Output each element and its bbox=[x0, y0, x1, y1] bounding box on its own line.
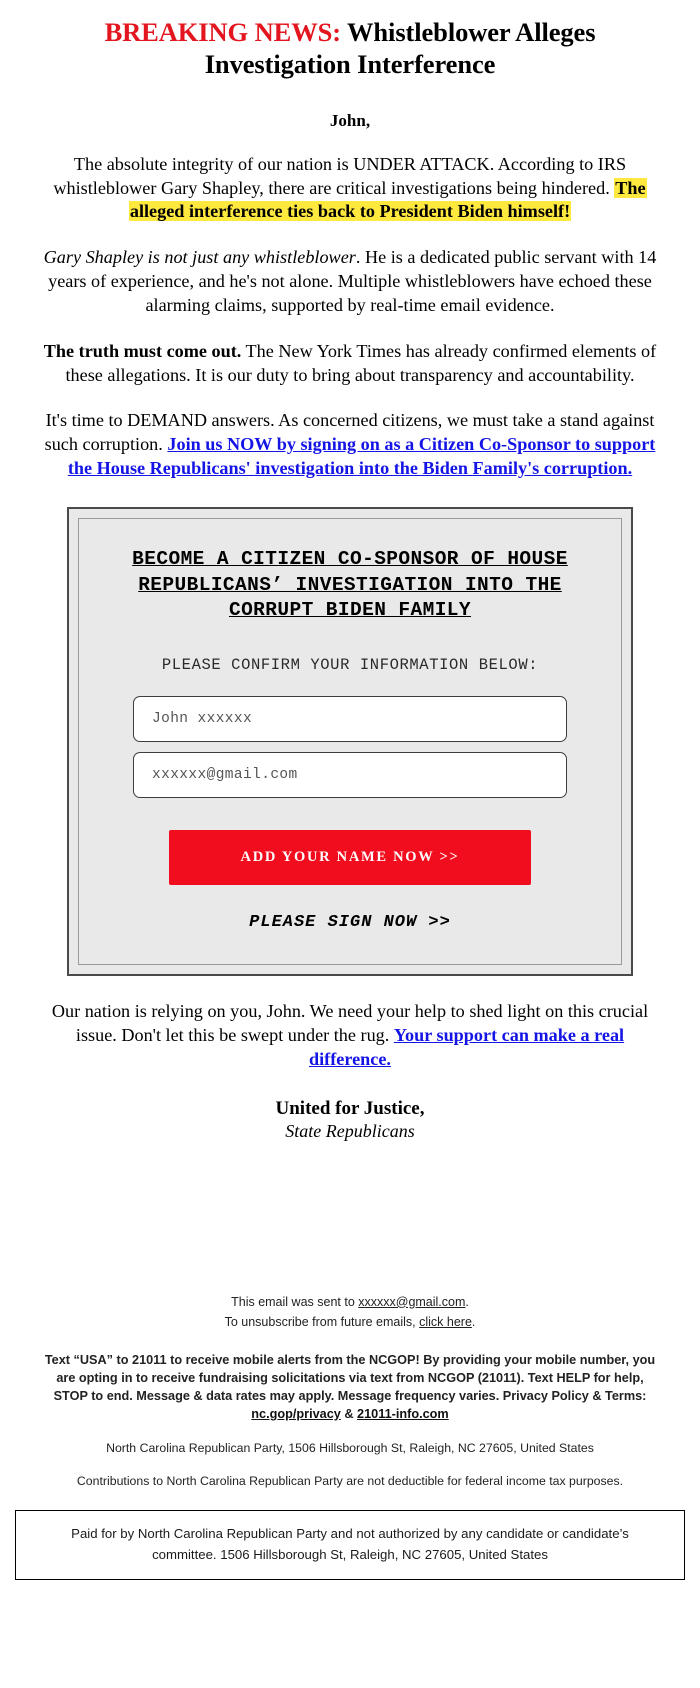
signoff-line-2: State Republicans bbox=[285, 1120, 415, 1141]
organization-address: North Carolina Republican Party, 1506 Hi… bbox=[106, 1441, 594, 1456]
please-sign-now-label[interactable]: PLEASE SIGN NOW >> bbox=[101, 913, 599, 932]
paragraph-4: It's time to DEMAND answers. As concerne… bbox=[42, 409, 658, 481]
signoff-line-1: United for Justice, bbox=[275, 1097, 425, 1119]
sent-to-line: This email was sent to xxxxxx@gmail.com. bbox=[0, 1292, 700, 1313]
breaking-news-label: BREAKING NEWS: bbox=[104, 17, 342, 47]
paragraph-2: Gary Shapley is not just any whistleblow… bbox=[40, 246, 660, 318]
contributions-disclaimer: Contributions to North Carolina Republic… bbox=[76, 1474, 624, 1489]
footer: This email was sent to xxxxxx@gmail.com.… bbox=[0, 1292, 700, 1580]
legal-ampersand: & bbox=[340, 1407, 358, 1422]
sms-legal-text: Text “USA” to 21011 to receive mobile al… bbox=[44, 1352, 656, 1403]
unsubscribe-text: To unsubscribe from future emails, bbox=[224, 1315, 420, 1330]
privacy-policy-link[interactable]: nc.gop/privacy bbox=[251, 1407, 341, 1421]
signoff: United for Justice, State Republicans bbox=[0, 1098, 700, 1142]
signup-card: BECOME A CITIZEN CO-SPONSOR OF HOUSE REP… bbox=[67, 506, 633, 977]
signup-card-inner: BECOME A CITIZEN CO-SPONSOR OF HOUSE REP… bbox=[78, 517, 622, 966]
unsubscribe-link[interactable]: click here bbox=[419, 1315, 472, 1329]
unsubscribe-line: To unsubscribe from future emails, click… bbox=[0, 1312, 700, 1333]
sent-to-text: This email was sent to bbox=[231, 1294, 359, 1309]
closing-paragraph: Our nation is relying on you, John. We n… bbox=[40, 1000, 660, 1072]
add-your-name-button[interactable]: ADD YOUR NAME NOW >> bbox=[169, 830, 531, 886]
unsubscribe-period: . bbox=[471, 1315, 476, 1330]
paragraph-3: The truth must come out. The New York Ti… bbox=[42, 340, 658, 388]
sent-to-period: . bbox=[465, 1294, 469, 1309]
recipient-email-link[interactable]: xxxxxx@gmail.com bbox=[358, 1295, 465, 1309]
signup-card-title: BECOME A CITIZEN CO-SPONSOR OF HOUSE REP… bbox=[132, 547, 568, 622]
paragraph-1: The absolute integrity of our nation is … bbox=[40, 153, 660, 225]
paid-for-by-box: Paid for by North Carolina Republican Pa… bbox=[15, 1510, 685, 1580]
salutation: John, bbox=[329, 110, 371, 130]
paragraph-3-bold-lead: The truth must come out. bbox=[43, 340, 242, 361]
page-title: BREAKING NEWS: Whistleblower Alleges Inv… bbox=[55, 16, 645, 81]
sms-legal-disclaimer: Text “USA” to 21011 to receive mobile al… bbox=[38, 1351, 662, 1423]
signup-card-subtitle: PLEASE CONFIRM YOUR INFORMATION BELOW: bbox=[161, 656, 539, 675]
name-field[interactable] bbox=[133, 696, 567, 743]
paragraph-1-text: The absolute integrity of our nation is … bbox=[53, 153, 627, 198]
sms-info-link[interactable]: 21011-info.com bbox=[357, 1407, 449, 1421]
email-field[interactable] bbox=[133, 752, 567, 799]
paragraph-2-italic-lead: Gary Shapley is not just any whistleblow… bbox=[43, 247, 356, 268]
email-body: BREAKING NEWS: Whistleblower Alleges Inv… bbox=[0, 16, 700, 1580]
